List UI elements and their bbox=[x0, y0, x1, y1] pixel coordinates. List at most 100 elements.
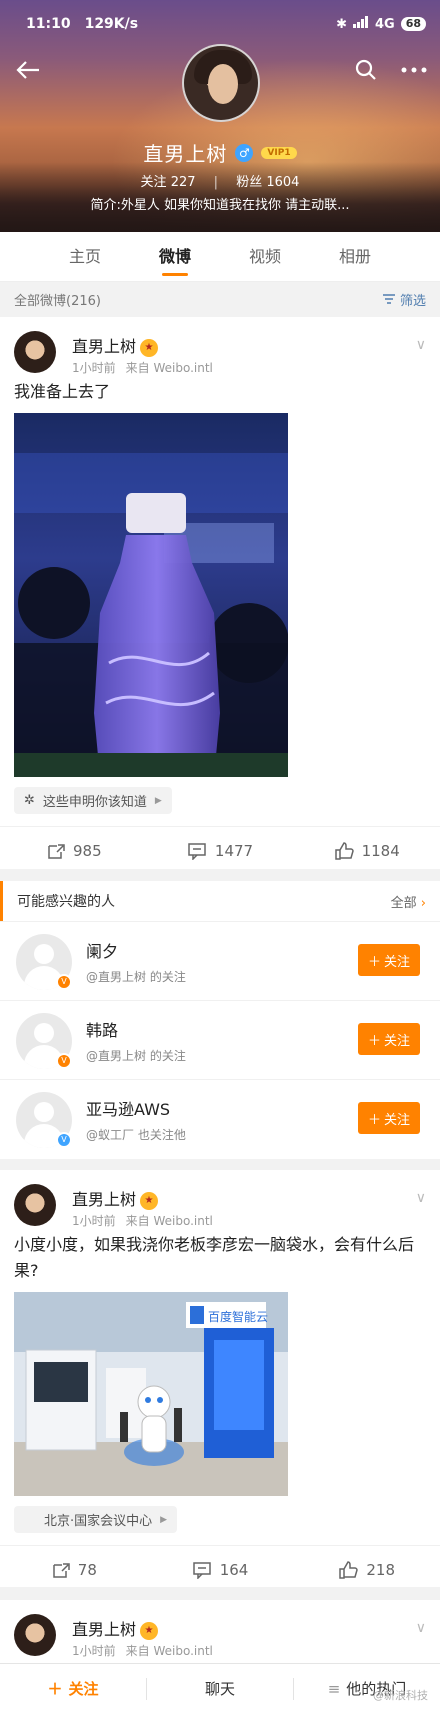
post-card[interactable]: 直男上树 ★ 1小时前 来自 Weibo.intl ∨ 我准备上去了 ✲ 这些申… bbox=[0, 317, 440, 869]
notice-chip[interactable]: ✲ 这些申明你该知道 ▶ bbox=[14, 787, 172, 814]
filter-icon bbox=[382, 294, 395, 304]
chevron-down-icon[interactable]: ∨ bbox=[416, 337, 426, 353]
repost-button[interactable]: 78 bbox=[0, 1561, 147, 1579]
chevron-down-icon[interactable]: ∨ bbox=[416, 1620, 426, 1636]
like-button[interactable]: 218 bbox=[293, 1561, 440, 1579]
profile-avatar[interactable] bbox=[182, 44, 260, 122]
booth-sign: 百度智能云 bbox=[208, 1309, 268, 1324]
post-author[interactable]: 直男上树 ★ bbox=[72, 1616, 159, 1640]
profile-header: 11:10 129K/s ✱ 4G 68 直男上树 ♂ VIP1 关注 227 … bbox=[0, 0, 440, 232]
suggest-header: 可能感兴趣的人 全部 › bbox=[0, 881, 440, 921]
post-image[interactable]: 百度智能云 bbox=[14, 1292, 288, 1496]
comment-icon bbox=[188, 842, 206, 860]
status-right: ✱ 4G 68 bbox=[336, 16, 426, 32]
post-card[interactable]: 直男上树 ★ 1小时前 来自 Weibo.intl ∨ 小度小度，如果我浇你老板李彦… bbox=[0, 1170, 440, 1587]
post-actions: 78 164 218 bbox=[0, 1545, 440, 1593]
tab-video[interactable]: 视频 bbox=[237, 232, 293, 282]
booth-photo: 百度智能云 bbox=[14, 1292, 288, 1496]
tab-album[interactable]: 相册 bbox=[327, 232, 383, 282]
triangle-right-icon: ▶ bbox=[154, 795, 162, 806]
filter-bar: 全部微博(216) 筛选 bbox=[0, 282, 440, 316]
post-author-avatar[interactable] bbox=[14, 331, 56, 373]
all-posts-count: 全部微博(216) bbox=[14, 293, 101, 309]
search-icon bbox=[355, 59, 376, 80]
post-header: 直男上树 ★ 1小时前 来自 Weibo.intl ∨ bbox=[0, 317, 440, 379]
post-text: 我准备上去了 bbox=[14, 382, 111, 401]
suggest-card: 可能感兴趣的人 全部 › V 阑夕 @直男上树 的关注 ＋关注 V 韩路 @直男… bbox=[0, 881, 440, 1159]
crown-icon: ★ bbox=[140, 1621, 159, 1640]
post-header: 直男上树 ★ 1小时前 来自 Weibo.intl ∨ bbox=[0, 1170, 440, 1232]
profile-name: 直男上树 bbox=[143, 142, 228, 166]
post-meta: 1小时前 来自 Weibo.intl bbox=[72, 1214, 213, 1228]
comment-button[interactable]: 164 bbox=[147, 1561, 294, 1579]
network-speed: 129K/s bbox=[84, 16, 139, 32]
vip-badge[interactable]: VIP1 bbox=[261, 146, 297, 159]
plus-icon: ＋ bbox=[47, 1680, 63, 1698]
watermark: @新浪科技 bbox=[373, 1689, 428, 1702]
follow-button[interactable]: ＋关注 bbox=[358, 944, 420, 976]
post-author[interactable]: 直男上树 ★ bbox=[72, 1186, 159, 1210]
like-button[interactable]: 1184 bbox=[293, 842, 440, 860]
suggest-name[interactable]: 韩路 bbox=[86, 1017, 118, 1041]
post-author-avatar[interactable] bbox=[14, 1614, 56, 1656]
post-image[interactable] bbox=[14, 413, 288, 777]
chevron-down-icon[interactable]: ∨ bbox=[416, 1190, 426, 1206]
suggest-reason: @直男上树 的关注 bbox=[86, 1049, 186, 1063]
post-header: 直男上树 ★ 1小时前 来自 Weibo.intl ∨ bbox=[0, 1600, 440, 1662]
menu-icon: ≡ bbox=[327, 1679, 341, 1698]
repost-button[interactable]: 985 bbox=[0, 842, 147, 860]
follow-button[interactable]: ＋关注 bbox=[358, 1102, 420, 1134]
thumbs-up-icon bbox=[334, 841, 354, 860]
tab-weibo[interactable]: 微博 bbox=[147, 232, 203, 282]
status-time: 11:10 bbox=[26, 16, 71, 32]
repost-icon bbox=[53, 1562, 70, 1578]
comment-button[interactable]: 1477 bbox=[147, 842, 294, 860]
post-author[interactable]: 直男上树 ★ bbox=[72, 333, 159, 357]
back-button[interactable] bbox=[12, 54, 44, 86]
post-actions: 985 1477 1184 bbox=[0, 826, 440, 874]
suggest-name[interactable]: 亚马逊AWS bbox=[86, 1096, 170, 1120]
follow-button[interactable]: ＋关注 bbox=[358, 1023, 420, 1055]
suggest-reason: @蚁工厂 也关注他 bbox=[86, 1128, 186, 1142]
repost-icon bbox=[48, 843, 65, 859]
profile-stats: 关注 227 | 粉丝 1604 bbox=[140, 175, 300, 190]
list-item[interactable]: V 亚马逊AWS @蚁工厂 也关注他 ＋关注 bbox=[0, 1079, 440, 1158]
bottle-photo bbox=[14, 413, 288, 777]
post-author-avatar[interactable] bbox=[14, 1184, 56, 1226]
male-icon: ♂ bbox=[235, 143, 254, 162]
battery-icon: 68 bbox=[400, 17, 426, 31]
suggest-reason: @直男上树 的关注 bbox=[86, 970, 186, 984]
profile-tabs: 主页 微博 视频 相册 bbox=[0, 232, 440, 282]
following-link[interactable]: 关注 227 bbox=[141, 175, 196, 190]
filter-button[interactable]: 筛选 bbox=[382, 290, 426, 309]
search-button[interactable] bbox=[350, 54, 382, 86]
suggest-title: 可能感兴趣的人 bbox=[17, 894, 115, 910]
crown-icon: ★ bbox=[140, 1191, 159, 1210]
thumbs-up-icon bbox=[339, 1560, 359, 1579]
notice-icon: ✲ bbox=[24, 793, 35, 808]
status-bar: 11:10 129K/s ✱ 4G 68 bbox=[26, 10, 426, 38]
profile-bio[interactable]: 简介:外星人 如果你知道我在找你 请主动联... bbox=[0, 194, 440, 213]
list-item[interactable]: V 阑夕 @直男上树 的关注 ＋关注 bbox=[0, 921, 440, 1000]
comment-icon bbox=[192, 1561, 211, 1579]
verified-icon: V bbox=[56, 974, 72, 990]
suggest-name[interactable]: 阑夕 bbox=[86, 938, 118, 962]
plus-icon: ＋ bbox=[367, 1033, 381, 1049]
profile-name-row: 直男上树 ♂ VIP1 bbox=[0, 138, 440, 167]
fans-link[interactable]: 粉丝 1604 bbox=[236, 175, 299, 190]
chat-button[interactable]: 聊天 bbox=[147, 1678, 293, 1699]
suggest-all-link[interactable]: 全部 › bbox=[391, 892, 426, 911]
crown-icon: ★ bbox=[140, 338, 159, 357]
plus-icon: ＋ bbox=[367, 954, 381, 970]
post-text: 小度小度，如果我浇你老板李彦宏一脑袋水，会有什么后果? bbox=[14, 1235, 415, 1280]
plus-icon: ＋ bbox=[367, 1112, 381, 1128]
location-chip[interactable]: 北京·国家会议中心 ▶ bbox=[14, 1506, 178, 1533]
more-icon bbox=[401, 67, 427, 73]
more-button[interactable] bbox=[398, 54, 430, 86]
post-card[interactable]: 直男上树 ★ 1小时前 来自 Weibo.intl ∨ bbox=[0, 1600, 440, 1663]
follow-user-button[interactable]: ＋关注 bbox=[0, 1678, 146, 1699]
bluetooth-icon: ✱ bbox=[336, 16, 347, 32]
tab-home[interactable]: 主页 bbox=[57, 232, 113, 282]
list-item[interactable]: V 韩路 @直男上树 的关注 ＋关注 bbox=[0, 1000, 440, 1079]
post-meta: 1小时前 来自 Weibo.intl bbox=[72, 1644, 213, 1658]
